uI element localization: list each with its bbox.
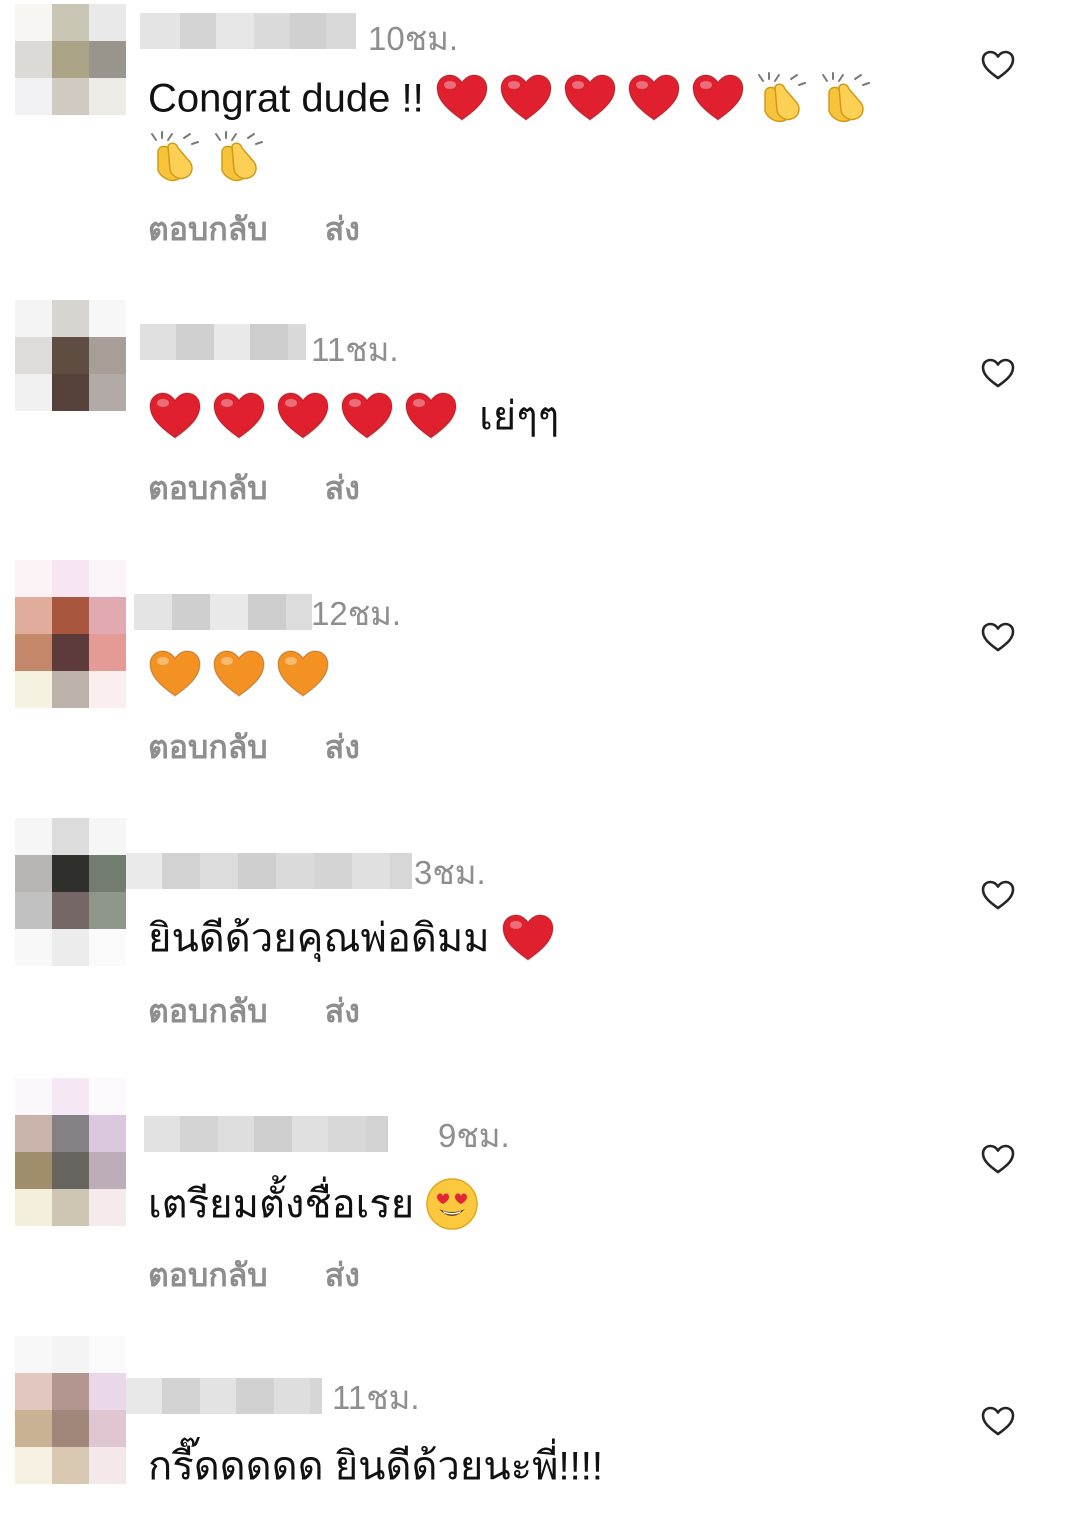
send-button[interactable]: ส่ง [325,722,360,773]
comment-text-content: ยินดีด้วยคุณพ่อดิมม [148,916,490,961]
send-button[interactable]: ส่ง [325,1250,360,1301]
avatar-bottom [15,929,126,966]
comment-text: เย่ๆๆ [148,386,938,444]
username-redacted[interactable] [126,1378,322,1414]
username-redacted[interactable] [140,324,306,360]
comment-text-content: เย่ๆๆ [479,394,560,439]
clap-icon [212,130,266,184]
orange-heart-icon [276,649,330,699]
comment-text-content: Congrat dude !! [148,76,424,121]
comment-actions: ตอบกลับ ส่ง [148,463,406,514]
comment-time: 9ชม. [438,1117,510,1154]
username-redacted[interactable] [126,853,412,889]
avatar[interactable] [15,560,126,671]
comment-text-content: กรี๊ดดดดด ยินดีด้วยนะพี่!!!! [148,1444,603,1489]
emoji-group [148,392,468,440]
avatar[interactable] [15,818,126,929]
comment-text: เตรียมตั้งชื่อเรย [148,1174,938,1232]
orange-heart-icon [148,649,202,699]
emoji-group [425,1178,489,1231]
comment-text: กรี๊ดดดดด ยินดีด้วยนะพี่!!!! [148,1436,938,1494]
heart-outline-icon[interactable] [980,1405,1018,1439]
red-heart-icon [563,73,617,123]
red-heart-icon [627,73,681,123]
comment-actions: ตอบกลับ ส่ง [148,986,406,1037]
red-heart-icon [276,391,330,441]
heart-outline-icon[interactable] [980,1143,1018,1177]
emoji-group [148,650,340,698]
comment-time: 11ชม. [311,331,399,368]
red-heart-icon [404,391,458,441]
emoji-group [501,914,565,962]
comment-time: 12ชม. [311,595,402,632]
comment-text [148,644,938,700]
comment-text-content: เตรียมตั้งชื่อเรย [148,1182,415,1227]
reply-button[interactable]: ตอบกลับ [148,986,268,1037]
avatar-bottom [15,671,126,708]
send-button[interactable]: ส่ง [325,204,360,255]
reply-button[interactable]: ตอบกลับ [148,463,268,514]
reply-button[interactable]: ตอบกลับ [148,722,268,773]
heart-outline-icon[interactable] [980,357,1018,391]
send-button[interactable]: ส่ง [325,463,360,514]
comment-time: 11ชม. [332,1379,420,1416]
red-heart-icon [148,391,202,441]
comment-time: 3ชม. [414,854,486,891]
username-redacted[interactable] [134,594,312,630]
avatar-bottom [15,1447,126,1484]
reply-button[interactable]: ตอบกลับ [148,1250,268,1301]
send-button[interactable]: ส่ง [325,986,360,1037]
red-heart-icon [501,913,555,963]
orange-heart-icon [212,649,266,699]
red-heart-icon [691,73,745,123]
avatar[interactable] [15,1078,126,1189]
comment-time: 10ชม. [368,20,459,57]
clap-icon [819,71,873,125]
heart-outline-icon[interactable] [980,49,1018,83]
reply-button[interactable]: ตอบกลับ [148,204,268,255]
comment-actions: ตอบกลับ ส่ง [148,722,406,773]
heart-outline-icon[interactable] [980,621,1018,655]
avatar[interactable] [15,4,126,115]
username-redacted[interactable] [144,1116,388,1152]
clap-icon [755,71,809,125]
avatar-bottom [15,1189,126,1226]
clap-icon [148,130,202,184]
username-redacted[interactable] [140,13,356,49]
comment-text: ยินดีด้วยคุณพ่อดิมม [148,908,938,966]
avatar[interactable] [15,300,126,411]
red-heart-icon [212,391,266,441]
comment-text: Congrat dude !! [148,68,938,184]
red-heart-icon [499,73,553,123]
heart-eyes-face-icon [425,1177,479,1231]
red-heart-icon [340,391,394,441]
comment-actions: ตอบกลับ ส่ง [148,1250,406,1301]
red-heart-icon [435,73,489,123]
heart-outline-icon[interactable] [980,879,1018,913]
avatar[interactable] [15,1336,126,1447]
comment-actions: ตอบกลับ ส่ง [148,204,406,255]
